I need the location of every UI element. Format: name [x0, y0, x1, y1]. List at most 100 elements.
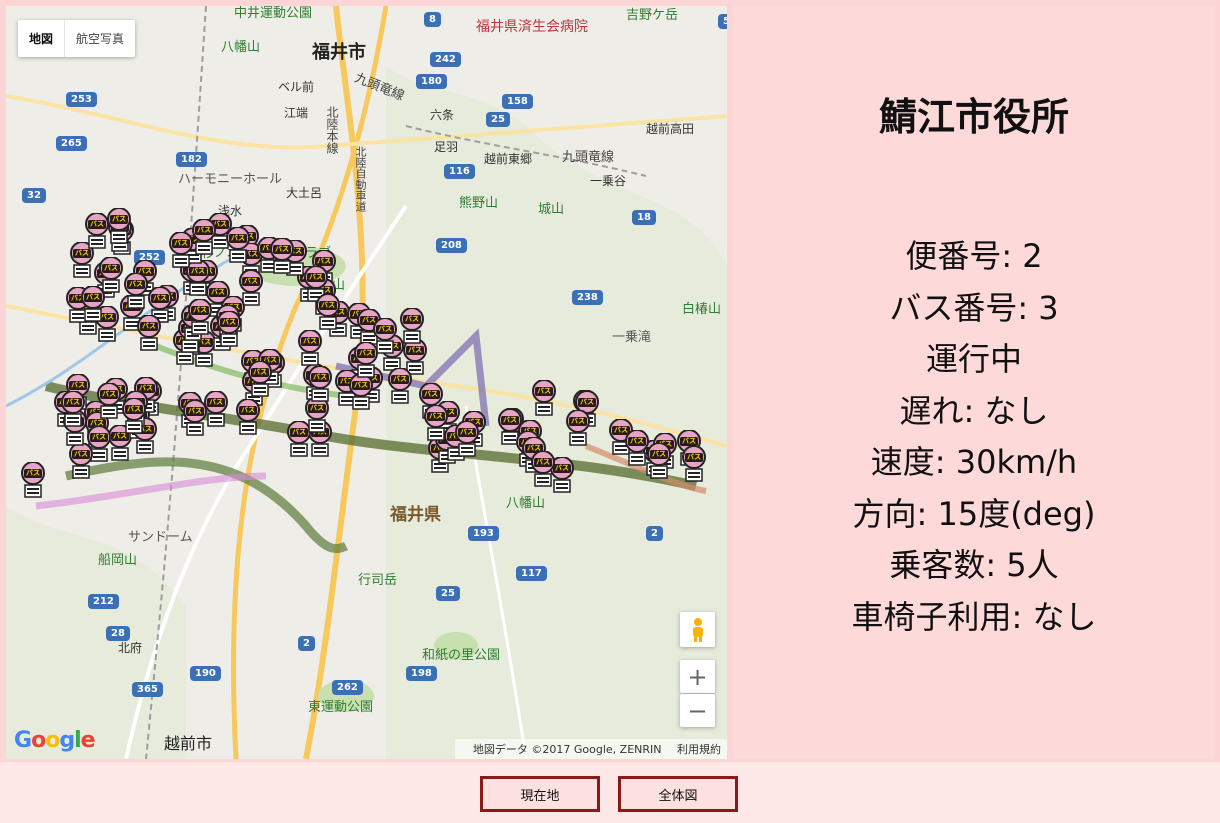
bus-marker[interactable]: バス	[304, 396, 330, 433]
bus-info-item: 便番号: 2	[905, 237, 1043, 275]
route-number-shield: 18	[632, 210, 656, 225]
bus-marker[interactable]: バス	[531, 379, 557, 416]
map-label-fukui-pref: 福井県	[390, 505, 441, 525]
bus-marker[interactable]: バス	[20, 461, 46, 498]
bus-marker[interactable]: バス	[315, 293, 341, 330]
map-attribution: 地図データ ©2017 Google, ZENRIN 利用規約	[454, 739, 727, 759]
map-label-ootsuchiyo: 大土呂	[286, 186, 323, 200]
bus-marker-label: バス	[142, 322, 156, 330]
bus-marker[interactable]: バス	[68, 442, 94, 479]
route-number-shield: 182	[176, 152, 207, 167]
bus-marker-label: バス	[503, 416, 517, 424]
bus-marker-label: バス	[102, 390, 116, 398]
map-label-kitafu: 北府	[118, 641, 143, 655]
bus-marker-label: バス	[460, 428, 474, 436]
bus-info-item: 遅れ: なし	[899, 391, 1049, 430]
route-number-shield: 117	[516, 566, 547, 581]
route-number-shield: 32	[22, 188, 46, 203]
bus-marker[interactable]: バス	[297, 329, 323, 366]
bus-marker[interactable]: バス	[353, 341, 379, 378]
bus-marker[interactable]: バス	[530, 450, 556, 487]
google-logo: Google	[14, 728, 96, 753]
map-label-ebata: 江端	[284, 106, 309, 120]
bus-marker[interactable]: バス	[121, 397, 147, 434]
bus-info-item: 車椅子利用: なし	[851, 597, 1097, 636]
map-type-control[interactable]: 地図 航空写真	[18, 20, 136, 57]
zoom-in-button[interactable]: +	[680, 660, 715, 693]
map-label-hospital: 福井県済生会病院	[476, 19, 588, 35]
bus-marker-label: バス	[275, 245, 289, 253]
bus-marker[interactable]: バス	[269, 237, 295, 274]
route-number-shield: 180	[416, 74, 447, 89]
bus-info-item: 速度: 30km/h	[870, 443, 1078, 481]
attribution-text: 地図データ ©2017 Google, ZENRIN	[472, 743, 662, 756]
bus-marker-label: バス	[687, 453, 701, 461]
map-label-rokujo: 六条	[430, 108, 455, 122]
route-number-shield: 190	[190, 666, 221, 681]
bus-marker-label: バス	[188, 407, 202, 415]
bus-marker[interactable]: バス	[247, 360, 273, 397]
bus-marker-label: バス	[127, 405, 141, 413]
map-label-gyoshidake: 行司岳	[358, 573, 398, 588]
current-location-button[interactable]: 現在地	[480, 776, 600, 812]
bus-marker[interactable]: バス	[60, 390, 86, 427]
info-panel: 鯖江市役所 便番号: 2 バス番号: 3 運行中 遅れ: なし 速度: 30km/h 方向…	[733, 6, 1215, 759]
bus-marker[interactable]: バス	[203, 390, 229, 427]
map-label-ichijodani: 一乗谷	[590, 174, 627, 188]
route-number-shield: 253	[66, 92, 97, 107]
bus-marker-label: バス	[405, 315, 419, 323]
overview-button[interactable]: 全体図	[618, 776, 738, 812]
bus-marker-label: バス	[310, 404, 324, 412]
bus-marker[interactable]: バス	[216, 310, 242, 347]
bus-marker[interactable]: バス	[348, 373, 374, 410]
bus-marker-label: バス	[408, 346, 422, 354]
bus-marker-label: バス	[303, 337, 317, 345]
bus-marker-label: バス	[536, 458, 550, 466]
bus-marker[interactable]: バス	[136, 314, 162, 351]
bus-marker[interactable]: バス	[96, 382, 122, 419]
bus-marker-label: バス	[75, 249, 89, 257]
bus-marker[interactable]: バス	[454, 420, 480, 457]
bus-marker-label: バス	[222, 318, 236, 326]
bus-marker-label: バス	[86, 293, 100, 301]
bus-marker-label: バス	[359, 349, 373, 357]
bus-marker[interactable]: バス	[123, 272, 149, 309]
map-label-east-park: 東運動公園	[308, 700, 374, 715]
bus-marker[interactable]: バス	[681, 445, 707, 482]
map-label-fukui-city: 福井市	[312, 42, 366, 63]
zoom-out-button[interactable]: −	[680, 694, 715, 727]
street-view-pegman-icon[interactable]	[680, 612, 715, 647]
map-area[interactable]: 福井市 福井県 越前市 福井県済生会病院 八幡山 八幡山 杉ノ木台ゴルフクラブ …	[6, 6, 727, 759]
route-number-shield: 212	[88, 594, 119, 609]
bus-marker[interactable]: バス	[307, 365, 333, 402]
bus-marker[interactable]: バス	[187, 298, 213, 335]
bus-marker[interactable]: バス	[235, 398, 261, 435]
bus-marker[interactable]: バス	[399, 307, 425, 344]
route-number-shield: 116	[444, 164, 475, 179]
bus-marker[interactable]: バス	[646, 442, 672, 479]
map-label-yahatayama-s: 八幡山	[506, 496, 546, 511]
bus-marker-label: バス	[112, 215, 126, 223]
bus-marker[interactable]: バス	[423, 404, 449, 441]
bus-marker[interactable]: バス	[225, 226, 251, 263]
bus-marker[interactable]: バス	[191, 218, 217, 255]
map-type-satellite-button[interactable]: 航空写真	[64, 20, 135, 57]
bus-marker-label: バス	[104, 264, 118, 272]
route-number-shield: 5	[718, 14, 727, 29]
terms-link[interactable]: 利用規約	[677, 743, 721, 756]
bus-marker[interactable]: バス	[387, 367, 413, 404]
bus-marker-label: バス	[193, 306, 207, 314]
bus-marker[interactable]: バス	[565, 409, 591, 446]
bus-marker[interactable]: バス	[106, 207, 132, 244]
bus-marker-label: バス	[74, 450, 88, 458]
route-number-shield: 365	[132, 682, 163, 697]
bus-marker[interactable]: バス	[168, 231, 194, 268]
route-number-shield: 265	[56, 136, 87, 151]
map-label-yoshinogase: 吉野ケ岳	[626, 8, 679, 23]
bus-marker[interactable]: バス	[80, 285, 106, 322]
bus-marker-label: バス	[393, 375, 407, 383]
bus-marker-label: バス	[253, 368, 267, 376]
map-type-map-button[interactable]: 地図	[18, 20, 64, 57]
route-number-shield: 25	[486, 112, 510, 127]
bus-marker-label: バス	[378, 325, 392, 333]
